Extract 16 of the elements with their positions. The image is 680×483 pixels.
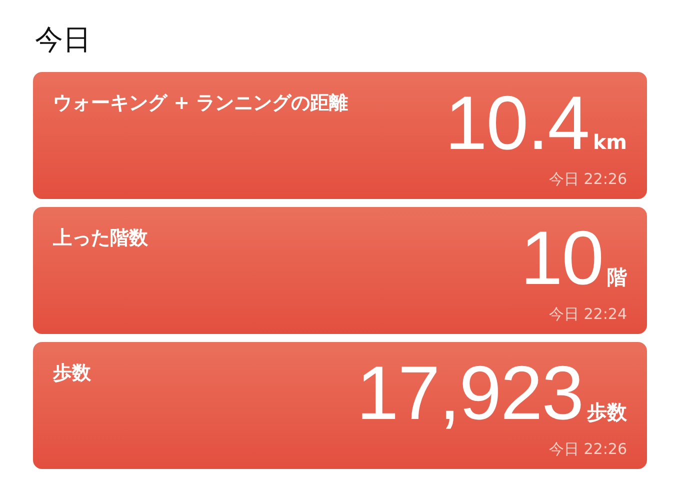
timestamp: 今日 22:26: [549, 170, 627, 189]
timestamp: 今日 22:24: [549, 305, 627, 324]
metric-card[interactable]: 上った階数 10 階 今日 22:24: [33, 207, 647, 334]
section-title: 今日: [35, 22, 92, 58]
metric-value: 17,923: [356, 358, 583, 430]
metric-value: 10.4: [444, 88, 589, 160]
metric-unit: 歩数: [587, 399, 627, 426]
metric-unit: km: [592, 130, 627, 154]
metric-card[interactable]: 歩数 17,923 歩数 今日 22:26: [33, 342, 647, 469]
metric-label: 歩数: [53, 361, 91, 386]
metric-label: 上った階数: [53, 226, 148, 251]
metric-unit: 階: [607, 264, 627, 291]
metric-card[interactable]: ウォーキング + ランニングの距離 10.4 km 今日 22:26: [33, 72, 647, 199]
metric-value: 10: [520, 223, 603, 295]
timestamp: 今日 22:26: [549, 440, 627, 459]
metric-label: ウォーキング + ランニングの距離: [53, 91, 348, 116]
